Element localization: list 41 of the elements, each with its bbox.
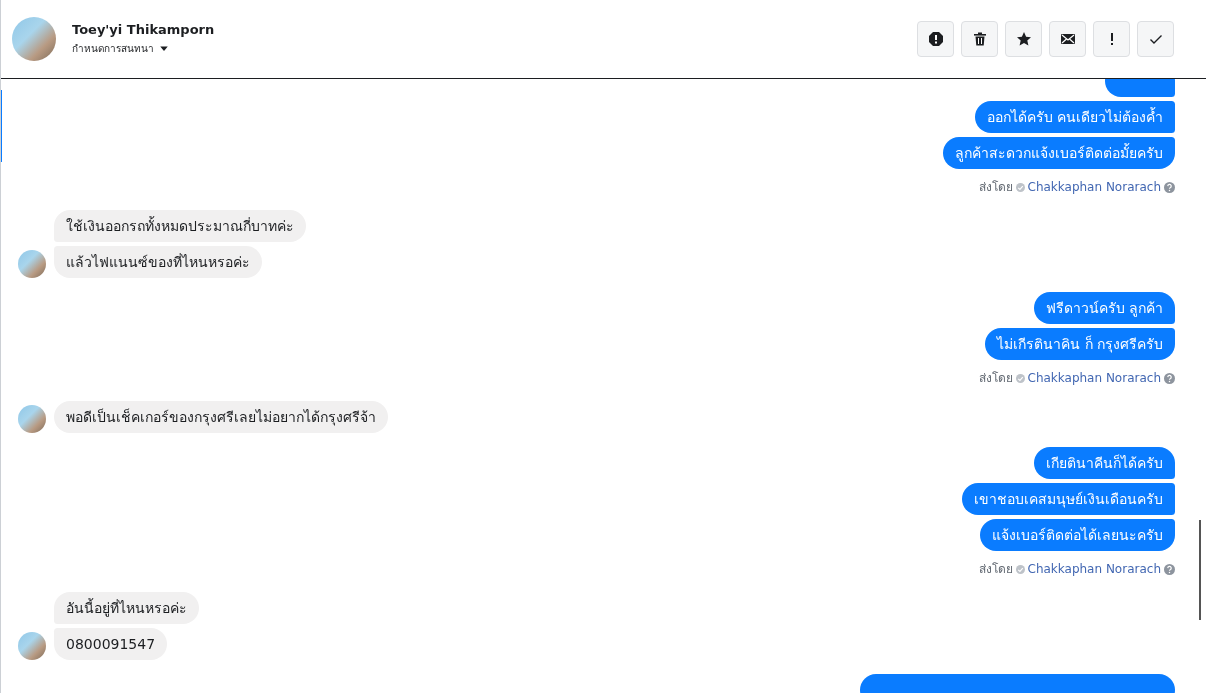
message-bubble: ออกได้ครับ คนเดียวไม่ต้องค้ำ <box>974 101 1175 133</box>
avatar-photo <box>12 17 56 61</box>
message-bubble: ใช้เงินออกรถทั้งหมดประมาณกี่บาทค่ะ <box>54 210 306 242</box>
envelope-button[interactable] <box>1049 21 1086 57</box>
message-bubble: แจ้งเบอร์ติดต่อได้เลยนะครับ <box>980 519 1175 551</box>
scrollbar-thumb[interactable] <box>1199 520 1201 620</box>
alert-icon <box>927 31 944 47</box>
message-bubble: ฟรีดาวน์ครับ ลูกค้า <box>1033 292 1175 324</box>
help-icon <box>1164 181 1175 193</box>
message-bubble: แล้วไฟแนนซ์ของที่ไหนหรอค่ะ <box>54 246 262 278</box>
help-icon <box>1164 372 1175 384</box>
avatar-photo <box>18 632 46 660</box>
sender-link[interactable]: Chakkaphan Norarach <box>1027 369 1161 387</box>
message-bubble: พอดีเป็นเช็คเกอร์ของกรุงศรีเลยไม่อยากได้กรุงศรีจ้า <box>54 401 388 433</box>
avatar-photo <box>18 405 46 433</box>
message-bubble: ลูกค้าสะดวกแจ้งเบอร์ติดต่อมั้ยครับ <box>943 137 1175 169</box>
sent-by-label: ส่งโดย <box>978 561 1013 578</box>
avatar-photo <box>18 250 46 278</box>
exclamation-icon <box>1110 33 1113 45</box>
message-bubble: เขาชอบเคสมนุษย์เงินเดือนครับ <box>962 483 1175 515</box>
trash-icon <box>971 31 988 47</box>
verified-icon <box>1015 373 1025 383</box>
message-bubble: ไม่เกีรตินาคิน ก็ กรุงศรีครับ <box>985 328 1175 360</box>
contact-name: Toey'yi Thikamporn <box>72 21 215 38</box>
star-icon <box>1015 31 1032 47</box>
sender-link[interactable]: Chakkaphan Norarach <box>1027 560 1161 578</box>
envelope-icon <box>1059 31 1076 47</box>
verified-icon <box>1015 564 1025 574</box>
conversation-menu-label[interactable]: กำหนดการสนทนา <box>72 41 154 57</box>
message-bubble: อันนี้อยู่ที่ไหนหรอค่ะ <box>54 592 199 624</box>
message-bubble: เกียตินาคีนก็ได้ครับ <box>1034 447 1175 479</box>
message-bubble: 0800091547 <box>54 628 168 660</box>
verified-icon <box>1015 182 1025 192</box>
star-button[interactable] <box>1005 21 1042 57</box>
trash-button[interactable] <box>961 21 998 57</box>
help-icon <box>1164 563 1175 575</box>
sent-by-label: ส่งโดย <box>978 179 1013 196</box>
sent-by-label: ส่งโดย <box>978 370 1013 387</box>
sender-link[interactable]: Chakkaphan Norarach <box>1027 178 1161 196</box>
check-button[interactable] <box>1137 21 1174 57</box>
alert-button[interactable] <box>917 21 954 57</box>
